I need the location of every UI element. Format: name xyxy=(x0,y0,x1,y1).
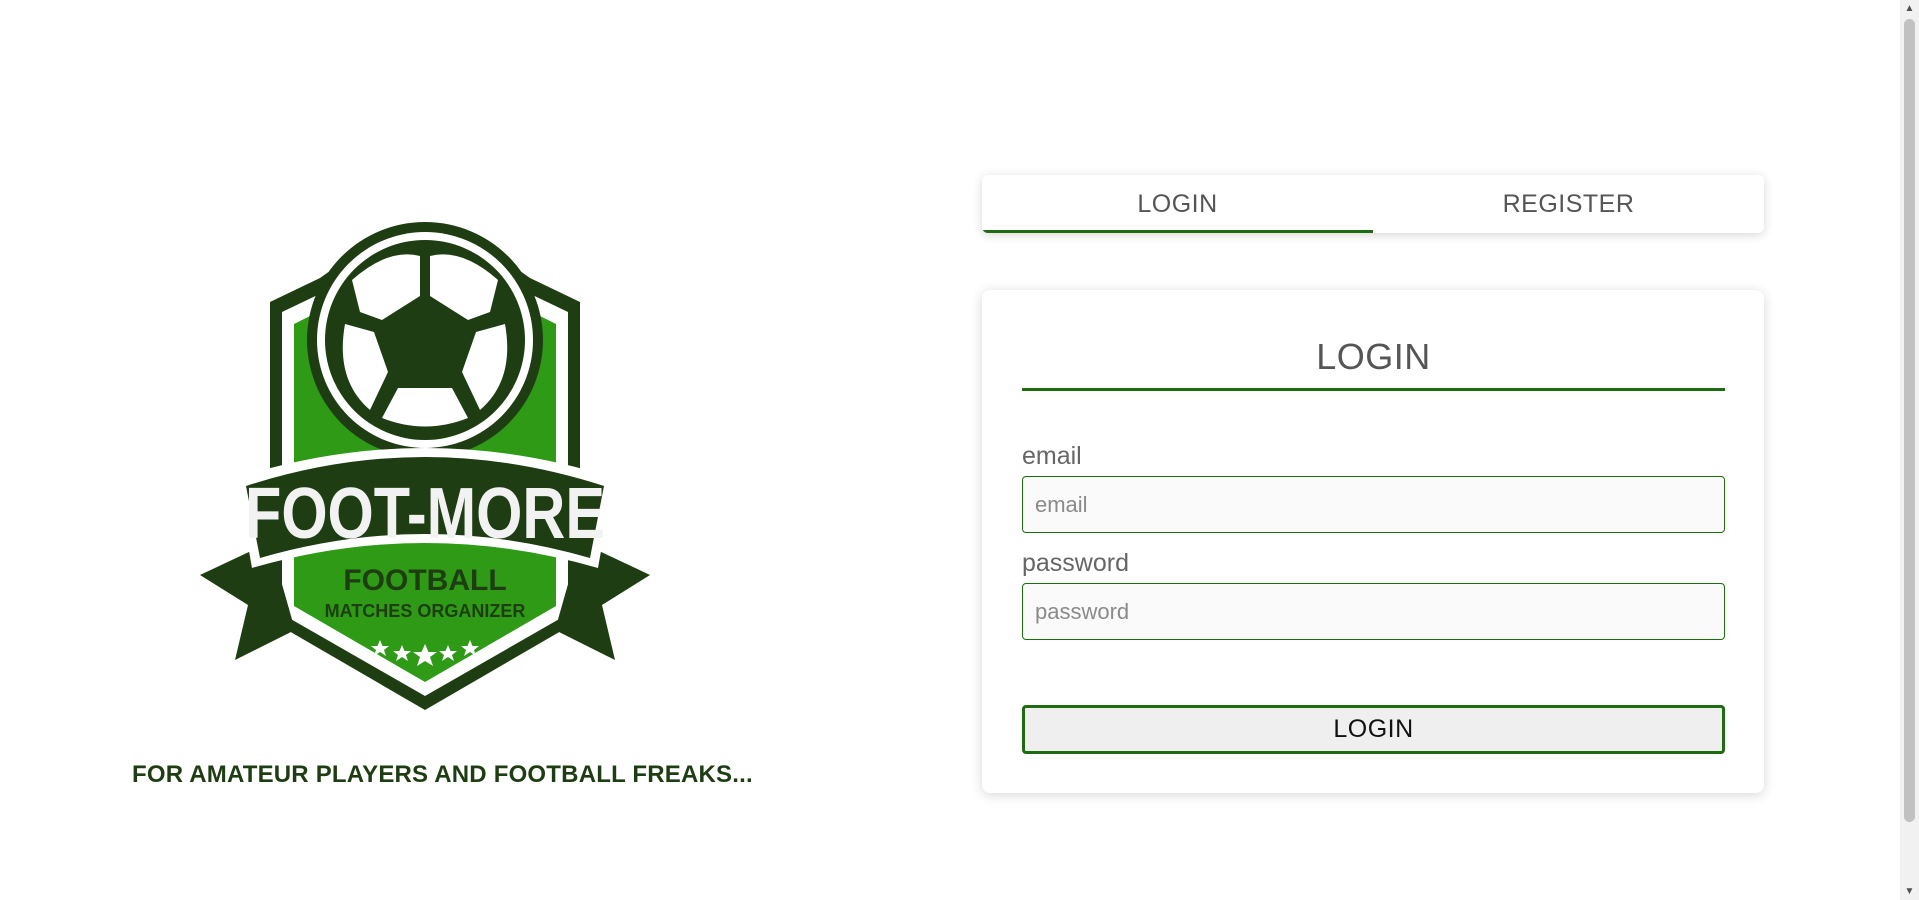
logo-title: FOOT-MORE xyxy=(245,474,605,554)
arrow-down-icon[interactable]: ▼ xyxy=(1900,883,1919,900)
login-button[interactable]: LOGIN xyxy=(1022,705,1725,754)
login-card: LOGIN email password LOGIN xyxy=(982,290,1764,793)
scrollbar-thumb[interactable] xyxy=(1904,19,1915,822)
password-field[interactable] xyxy=(1022,583,1725,640)
logo-subtitle-2: MATCHES ORGANIZER xyxy=(325,601,526,621)
page-scrollbar[interactable]: ▲ ▼ xyxy=(1900,0,1919,900)
foot-more-logo: FOOT-MORE FOOTBALL MATCHES ORGANIZER xyxy=(200,222,650,710)
login-title: LOGIN xyxy=(1022,336,1725,391)
arrow-up-icon[interactable]: ▲ xyxy=(1900,0,1919,17)
brand-tagline: FOR AMATEUR PLAYERS AND FOOTBALL FREAKS.… xyxy=(132,761,753,788)
email-label: email xyxy=(1022,442,1082,470)
password-label: password xyxy=(1022,549,1129,577)
tab-login[interactable]: LOGIN xyxy=(982,175,1373,233)
brand-area: FOOT-MORE FOOTBALL MATCHES ORGANIZER FOR… xyxy=(120,220,753,800)
logo-subtitle-1: FOOTBALL xyxy=(343,564,506,597)
auth-tabs: LOGIN REGISTER xyxy=(982,175,1764,233)
tab-register[interactable]: REGISTER xyxy=(1373,175,1764,233)
email-field[interactable] xyxy=(1022,476,1725,533)
login-page: FOOT-MORE FOOTBALL MATCHES ORGANIZER FOR… xyxy=(0,0,1919,900)
